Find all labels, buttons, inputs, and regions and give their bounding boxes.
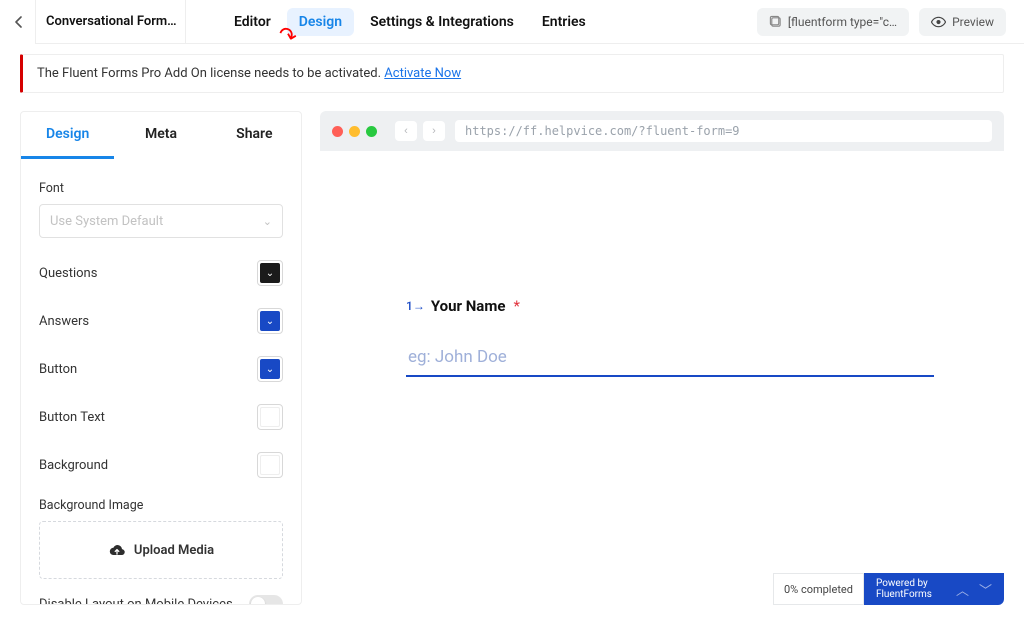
font-label: Font xyxy=(39,181,283,196)
tab-editor[interactable]: Editor xyxy=(222,8,283,36)
button-text-color-label: Button Text xyxy=(39,410,105,425)
questions-color-swatch[interactable]: ⌄ xyxy=(257,260,283,286)
back-button[interactable] xyxy=(0,0,36,44)
header-right: [fluentform type="c… Preview xyxy=(757,8,1024,36)
button-text-color-swatch[interactable] xyxy=(257,404,283,430)
nav-buttons: ‹ › xyxy=(395,121,445,141)
row-button-text: Button Text xyxy=(39,404,283,430)
activate-link[interactable]: Activate Now xyxy=(384,66,461,81)
chevron-down-icon: ⌄ xyxy=(266,316,274,327)
window-close-icon xyxy=(332,126,343,137)
mobile-layout-toggle[interactable] xyxy=(249,595,283,604)
copy-icon xyxy=(769,15,782,28)
top-bar: Conversational Form… Editor Design Setti… xyxy=(0,0,1024,44)
question-title: Your Name xyxy=(431,297,506,315)
sidebar-tab-design[interactable]: Design xyxy=(21,112,114,159)
font-select-value: Use System Default xyxy=(50,214,163,229)
required-mark: * xyxy=(513,297,519,315)
shortcode-text: [fluentform type="c… xyxy=(788,15,897,29)
shortcode-chip[interactable]: [fluentform type="c… xyxy=(757,8,909,36)
button-color-swatch[interactable]: ⌄ xyxy=(257,356,283,382)
nav-tabs: Editor Design Settings & Integrations En… xyxy=(186,8,598,36)
browser-chrome: ‹ › https://ff.helpvice.com/?fluent-form… xyxy=(320,111,1004,151)
tab-entries[interactable]: Entries xyxy=(530,8,598,36)
row-button: Button ⌄ xyxy=(39,356,283,382)
toggle-mobile-label: Disable Layout on Mobile Devices xyxy=(39,597,233,605)
design-panel: Font Use System Default ⌄ Questions ⌄ An… xyxy=(21,159,301,604)
question-block: 1→ Your Name * xyxy=(406,297,934,377)
row-questions: Questions ⌄ xyxy=(39,260,283,286)
sidebar-tab-share[interactable]: Share xyxy=(208,112,301,159)
chevron-down-icon: ⌄ xyxy=(266,364,274,375)
powered-line2: FluentForms xyxy=(876,589,932,600)
window-minimize-icon xyxy=(349,126,360,137)
design-sidebar: Design Meta Share Font Use System Defaul… xyxy=(20,111,302,605)
cloud-upload-icon xyxy=(108,544,126,557)
preview-footer: 0% completed Powered by FluentForms ︿ ﹀ xyxy=(773,573,1004,605)
progress-indicator: 0% completed xyxy=(773,573,864,605)
row-background: Background xyxy=(39,452,283,478)
sidebar-tabs: Design Meta Share xyxy=(21,112,301,159)
upload-media-button[interactable]: Upload Media xyxy=(39,521,283,579)
tab-settings[interactable]: Settings & Integrations xyxy=(358,8,526,36)
tab-design[interactable]: Design xyxy=(287,8,354,36)
font-select[interactable]: Use System Default ⌄ xyxy=(39,204,283,238)
questions-label: Questions xyxy=(39,266,97,281)
background-color-swatch[interactable] xyxy=(257,452,283,478)
preview-column: ‹ › https://ff.helpvice.com/?fluent-form… xyxy=(320,111,1004,605)
button-color-label: Button xyxy=(39,362,77,377)
form-preview: 1→ Your Name * 0% completed Powered by F… xyxy=(320,151,1004,605)
window-zoom-icon xyxy=(366,126,377,137)
answers-label: Answers xyxy=(39,314,89,329)
chevron-down-icon: ⌄ xyxy=(263,215,272,228)
eye-icon xyxy=(931,16,946,28)
main-area: Design Meta Share Font Use System Defaul… xyxy=(0,93,1024,623)
row-answers: Answers ⌄ xyxy=(39,308,283,334)
form-next-button[interactable]: ﹀ xyxy=(975,576,996,603)
sidebar-tab-meta[interactable]: Meta xyxy=(114,112,207,159)
background-color-label: Background xyxy=(39,458,108,473)
upload-media-label: Upload Media xyxy=(134,543,214,558)
answer-wrap xyxy=(406,341,934,377)
powered-by-badge[interactable]: Powered by FluentForms xyxy=(864,573,944,605)
answers-color-swatch[interactable]: ⌄ xyxy=(257,308,283,334)
form-prev-button[interactable]: ︿ xyxy=(952,576,973,603)
nav-forward-button[interactable]: › xyxy=(423,121,445,141)
answer-input[interactable] xyxy=(406,341,934,377)
bg-image-label: Background Image xyxy=(39,498,283,513)
license-alert: The Fluent Forms Pro Add On license need… xyxy=(20,54,1004,93)
window-controls xyxy=(332,126,377,137)
chevron-left-icon xyxy=(13,16,23,28)
preview-button-label: Preview xyxy=(952,15,994,29)
question-number: 1→ xyxy=(406,299,425,313)
nav-back-button[interactable]: ‹ xyxy=(395,121,417,141)
question-label-row: 1→ Your Name * xyxy=(406,297,934,315)
address-bar[interactable]: https://ff.helpvice.com/?fluent-form=9 xyxy=(455,120,992,142)
preview-button[interactable]: Preview xyxy=(919,8,1006,36)
form-nav: ︿ ﹀ xyxy=(944,573,1004,605)
alert-message: The Fluent Forms Pro Add On license need… xyxy=(37,66,384,81)
powered-line1: Powered by xyxy=(876,578,932,589)
toggle-row-mobile: Disable Layout on Mobile Devices xyxy=(39,595,283,604)
chevron-down-icon: ⌄ xyxy=(266,268,274,279)
form-title: Conversational Form… xyxy=(36,0,186,44)
